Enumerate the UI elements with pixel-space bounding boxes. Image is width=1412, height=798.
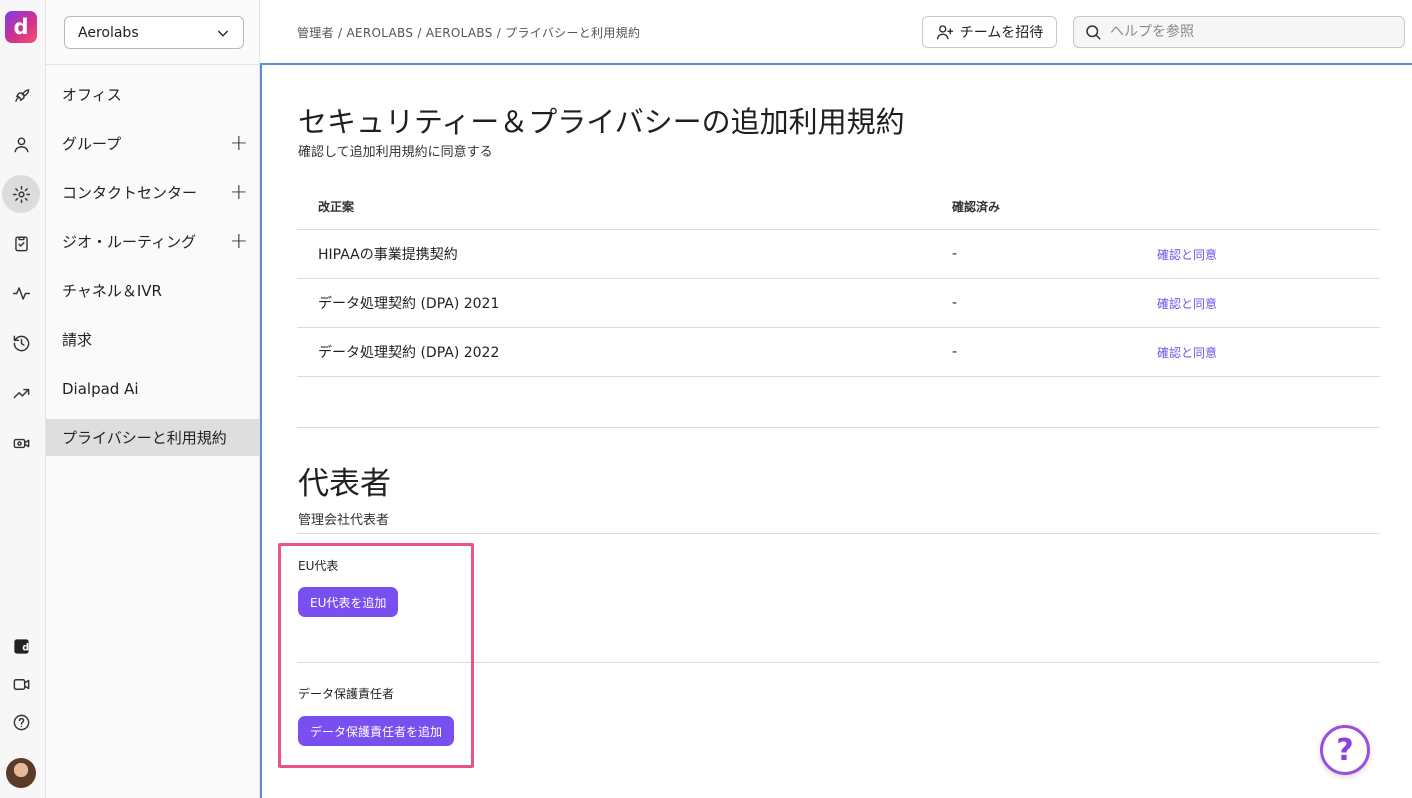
chevron-down-icon bbox=[217, 30, 229, 37]
sidebar-divider bbox=[46, 64, 260, 65]
sidebar-item-contact-center[interactable]: コンタクトセンター + bbox=[46, 168, 260, 217]
confirmed-value: - bbox=[952, 344, 958, 360]
invite-team-button[interactable]: チームを招待 bbox=[922, 16, 1057, 48]
history-icon[interactable] bbox=[6, 328, 36, 358]
top-bar: 管理者 / AEROLABS / AEROLABS / プライバシーと利用規約 … bbox=[261, 0, 1412, 63]
page-subtitle: 確認して追加利用規約に同意する bbox=[298, 145, 493, 160]
app-rail: d d bbox=[0, 0, 46, 798]
help-icon[interactable] bbox=[6, 707, 36, 737]
camera-icon[interactable] bbox=[6, 428, 36, 458]
rocket-icon[interactable] bbox=[6, 80, 36, 110]
sidebar-item-label: プライバシーと利用規約 bbox=[62, 429, 227, 447]
plus-icon[interactable]: + bbox=[230, 230, 248, 253]
representatives-subtitle: 管理会社代表者 bbox=[298, 513, 390, 528]
review-agree-link[interactable]: 確認と同意 bbox=[1157, 295, 1217, 312]
avatar[interactable] bbox=[6, 758, 36, 788]
sidebar-item-dialpad-ai[interactable]: Dialpad Ai bbox=[46, 364, 260, 413]
sidebar-item-label: チャネル＆IVR bbox=[62, 282, 162, 300]
help-search[interactable] bbox=[1073, 16, 1405, 48]
column-header-amendment: 改正案 bbox=[318, 200, 355, 214]
sidebar-item-geo-routing[interactable]: ジオ・ルーティング + bbox=[46, 217, 260, 266]
activity-icon[interactable] bbox=[6, 278, 36, 308]
person-icon[interactable] bbox=[6, 129, 36, 159]
amendment-name: データ処理契約 (DPA) 2022 bbox=[318, 345, 500, 361]
terms-table: 改正案 確認済み HIPAAの事業提携契約 - 確認と同意 データ処理契約 (D… bbox=[297, 184, 1380, 377]
table-row: HIPAAの事業提携契約 - 確認と同意 bbox=[297, 230, 1380, 279]
confirmed-value: - bbox=[952, 295, 958, 311]
sidebar-nav: オフィス グループ + コンタクトセンター + ジオ・ルーティング + チャネル… bbox=[46, 70, 260, 456]
gear-icon[interactable] bbox=[2, 175, 40, 213]
settings-sidebar: Aerolabs オフィス グループ + コンタクトセンター + ジオ・ルーティ… bbox=[46, 0, 260, 798]
representatives-title: 代表者 bbox=[298, 466, 391, 502]
table-header: 改正案 確認済み bbox=[297, 184, 1380, 230]
highlight-box bbox=[278, 543, 474, 768]
plus-icon[interactable]: + bbox=[230, 132, 248, 155]
sidebar-item-label: Dialpad Ai bbox=[62, 379, 139, 398]
search-icon bbox=[1086, 25, 1101, 40]
review-agree-link[interactable]: 確認と同意 bbox=[1157, 344, 1217, 361]
section-divider bbox=[297, 533, 1380, 534]
sidebar-item-label: コンタクトセンター bbox=[62, 184, 198, 202]
amendment-name: HIPAAの事業提携契約 bbox=[318, 247, 458, 263]
org-name: Aerolabs bbox=[78, 24, 139, 41]
dialpad-logo[interactable]: d bbox=[5, 11, 37, 43]
org-selector[interactable]: Aerolabs bbox=[64, 16, 244, 49]
sidebar-item-channels-ivr[interactable]: チャネル＆IVR bbox=[46, 266, 260, 315]
sidebar-item-label: ジオ・ルーティング bbox=[62, 233, 197, 251]
table-row: データ処理契約 (DPA) 2021 - 確認と同意 bbox=[297, 279, 1380, 328]
table-row: データ処理契約 (DPA) 2022 - 確認と同意 bbox=[297, 328, 1380, 377]
main-content: セキュリティー＆プライバシーの追加利用規約 確認して追加利用規約に同意する 改正… bbox=[260, 63, 1412, 798]
dialpad-app-icon[interactable]: d bbox=[6, 631, 36, 661]
review-agree-link[interactable]: 確認と同意 bbox=[1157, 246, 1217, 263]
confirmed-value: - bbox=[952, 246, 958, 262]
sidebar-item-groups[interactable]: グループ + bbox=[46, 119, 260, 168]
column-header-confirmed: 確認済み bbox=[952, 200, 1001, 214]
plus-icon[interactable]: + bbox=[230, 181, 248, 204]
svg-text:d: d bbox=[22, 642, 29, 653]
sidebar-item-label: グループ bbox=[62, 135, 122, 153]
page-title: セキュリティー＆プライバシーの追加利用規約 bbox=[298, 105, 905, 139]
help-fab-button[interactable]: ? bbox=[1320, 725, 1370, 775]
search-input[interactable] bbox=[1110, 24, 1380, 40]
sidebar-item-privacy-terms[interactable]: プライバシーと利用規約 bbox=[46, 419, 260, 456]
add-person-icon bbox=[936, 25, 953, 40]
section-divider bbox=[297, 427, 1380, 428]
video-icon[interactable] bbox=[6, 669, 36, 699]
sidebar-item-label: 請求 bbox=[62, 331, 93, 349]
clipboard-icon[interactable] bbox=[6, 228, 36, 258]
sidebar-item-label: オフィス bbox=[62, 86, 122, 104]
trending-icon[interactable] bbox=[6, 378, 36, 408]
sidebar-item-office[interactable]: オフィス bbox=[46, 70, 260, 119]
invite-team-label: チームを招待 bbox=[959, 25, 1044, 41]
breadcrumb: 管理者 / AEROLABS / AEROLABS / プライバシーと利用規約 bbox=[297, 26, 641, 40]
amendment-name: データ処理契約 (DPA) 2021 bbox=[318, 296, 500, 312]
sidebar-item-billing[interactable]: 請求 bbox=[46, 315, 260, 364]
